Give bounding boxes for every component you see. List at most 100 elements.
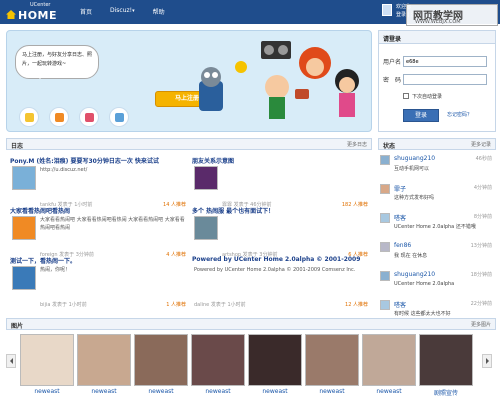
avatar[interactable] [380, 271, 390, 281]
post-thumbnail[interactable] [12, 266, 36, 290]
photo-thumbnail[interactable] [134, 334, 188, 386]
status-user[interactable]: 嗒客 [394, 300, 406, 309]
login-title: 请登录 [379, 31, 495, 44]
avatar[interactable] [380, 184, 390, 194]
status-text: 互动手机网可以 [394, 166, 430, 172]
post-thumbnail[interactable] [12, 216, 36, 240]
blog-icon[interactable] [19, 107, 39, 127]
post-recommend-count: 1 人推荐 [166, 302, 186, 308]
blog-panel-header: 日志 更多日志 [6, 138, 372, 150]
photo-thumbnail[interactable] [362, 334, 416, 386]
avatar[interactable] [380, 242, 390, 252]
photo-caption[interactable]: neweast [134, 388, 188, 395]
post-title[interactable]: 多个 热闹服 最个也有面试下！ [192, 206, 370, 215]
photo-caption[interactable]: neweast [77, 388, 131, 395]
post-thumbnail[interactable] [12, 166, 36, 190]
status-panel-title: 状态 [383, 143, 396, 150]
status-time: 18分钟前 [470, 272, 492, 278]
friends-icon[interactable] [109, 107, 129, 127]
photos-panel-title: 图片 [11, 323, 24, 330]
status-panel-header: 状态 更多记录 [378, 138, 496, 150]
status-time: 22分钟前 [470, 301, 492, 307]
speech-bubble: 马上注册，与好友分享日志、照片，一起玩转游戏~ [15, 45, 99, 79]
post-title[interactable]: 朋友关系示意图 [192, 156, 370, 165]
post-title[interactable]: 大家看看热闹吧看热闹 [10, 206, 188, 215]
home-icon [6, 10, 16, 19]
photo-item[interactable]: neweast [134, 334, 188, 396]
avatar[interactable] [380, 155, 390, 165]
more-photos-link[interactable]: 更多图片 [471, 321, 491, 328]
login-button[interactable]: 登录 [403, 109, 439, 122]
photo-thumbnail[interactable] [419, 334, 473, 386]
status-user[interactable]: fen86 [394, 242, 411, 249]
blog-post: 多个 热闹服 最个也有面试下！ artshop 发表于 3分钟前 6 人推荐 [192, 206, 370, 262]
status-item: shuguang210 46秒前 互动手机网可以 [378, 154, 496, 176]
blog-post: Pony.M (姓名:泪痕) 要要写30分钟日志一次 快来试试 http://u… [10, 156, 188, 212]
welcome-banner: 马上注册，与好友分享日志、照片，一起玩转游戏~ 马上注册 [6, 30, 372, 132]
password-label: 密 码 [383, 77, 402, 84]
chevron-down-icon: ▾ [132, 8, 135, 14]
status-time: 13分钟前 [470, 243, 492, 249]
remember-checkbox[interactable] [403, 93, 409, 99]
username-input[interactable] [403, 56, 487, 67]
photo-item[interactable]: neweast [248, 334, 302, 396]
photo-thumbnail[interactable] [305, 334, 359, 386]
heart-icon[interactable] [79, 107, 99, 127]
post-recommend-count: 12 人推荐 [345, 302, 368, 308]
photo-item[interactable]: neweast [77, 334, 131, 396]
nav-discuz[interactable]: Discuz!▾ [110, 7, 135, 16]
status-text: UCenter Home 2.0alpha 还不错哦 [394, 224, 476, 230]
status-user[interactable]: 霏子 [394, 184, 406, 193]
more-blogs-link[interactable]: 更多日志 [347, 141, 367, 148]
status-text: 我 现在 在休息 [394, 253, 428, 259]
post-title[interactable]: Pony.M (姓名:泪痕) 要要写30分钟日志一次 快来试试 [10, 156, 188, 165]
photo-item[interactable]: 剧照宣传 [419, 334, 473, 397]
avatar[interactable] [380, 300, 390, 310]
photo-thumbnail[interactable] [248, 334, 302, 386]
blog-post: 测试一下，看热闹一下。 热闹，你呢！ bijia 发表于 1小时前 1 人推荐 [10, 256, 188, 312]
post-thumbnail[interactable] [194, 216, 218, 240]
photo-thumbnail[interactable] [77, 334, 131, 386]
photo-caption[interactable]: neweast [248, 388, 302, 395]
scroll-right-arrow-icon[interactable] [482, 354, 492, 368]
post-title[interactable]: 测试一下，看热闹一下。 [10, 256, 188, 265]
photo-strip: neweast neweast neweast neweast neweast … [6, 332, 496, 398]
more-status-link[interactable]: 更多记录 [471, 141, 491, 148]
password-input[interactable] [403, 74, 487, 85]
photo-caption[interactable]: neweast [191, 388, 245, 395]
photo-item[interactable]: neweast [20, 334, 74, 396]
status-user[interactable]: shuguang210 [394, 271, 435, 278]
photo-caption[interactable]: neweast [20, 388, 74, 395]
photo-thumbnail[interactable] [191, 334, 245, 386]
status-item: fen86 13分钟前 我 现在 在休息 [378, 241, 496, 263]
status-item: 霏子 4分钟前 这种方式发布好吗 [378, 183, 496, 205]
photo-item[interactable]: neweast [191, 334, 245, 396]
photo-caption[interactable]: neweast [362, 388, 416, 395]
post-body: Powered by UCenter Home 2.0alpha © 2001-… [194, 267, 356, 273]
avatar[interactable] [382, 4, 392, 16]
photo-item[interactable]: neweast [305, 334, 359, 396]
post-thumbnail[interactable] [194, 166, 218, 190]
photo-item[interactable]: neweast [362, 334, 416, 396]
forgot-password-link[interactable]: 忘记密码？ [447, 111, 472, 118]
photo-thumbnail[interactable] [20, 334, 74, 386]
status-user[interactable]: 嗒客 [394, 213, 406, 222]
status-item: 嗒客 8分钟前 UCenter Home 2.0alpha 还不错哦 [378, 212, 496, 234]
logo-small-text: UCenter [30, 2, 51, 8]
avatar[interactable] [380, 213, 390, 223]
post-title[interactable]: Powered by UCenter Home 2.0alpha © 2001-… [192, 256, 370, 263]
blog-post: 大家看看热闹吧看热闹 大家看看热闹吧 大家看看热闹吧看热闹 大家看看热闹吧 大家… [10, 206, 188, 262]
watermark-url: WWW.WEBJX.COM [415, 19, 461, 25]
post-meta: daline 发表于 1小时前 [194, 302, 246, 308]
nav-discuz-label: Discuz! [110, 7, 133, 14]
camera-icon[interactable] [49, 107, 69, 127]
nav-help[interactable]: 帮助 [153, 7, 165, 16]
photo-caption[interactable]: 剧照宣传 [419, 388, 473, 397]
nav-home[interactable]: 首页 [80, 7, 92, 16]
post-body: http://u.discuz.net/ [40, 167, 88, 173]
status-user[interactable]: shuguang210 [394, 155, 435, 162]
photos-panel-header: 图片 更多图片 [6, 318, 496, 330]
photo-caption[interactable]: neweast [305, 388, 359, 395]
logo-big-text: HOME [18, 9, 58, 22]
scroll-left-arrow-icon[interactable] [6, 354, 16, 368]
